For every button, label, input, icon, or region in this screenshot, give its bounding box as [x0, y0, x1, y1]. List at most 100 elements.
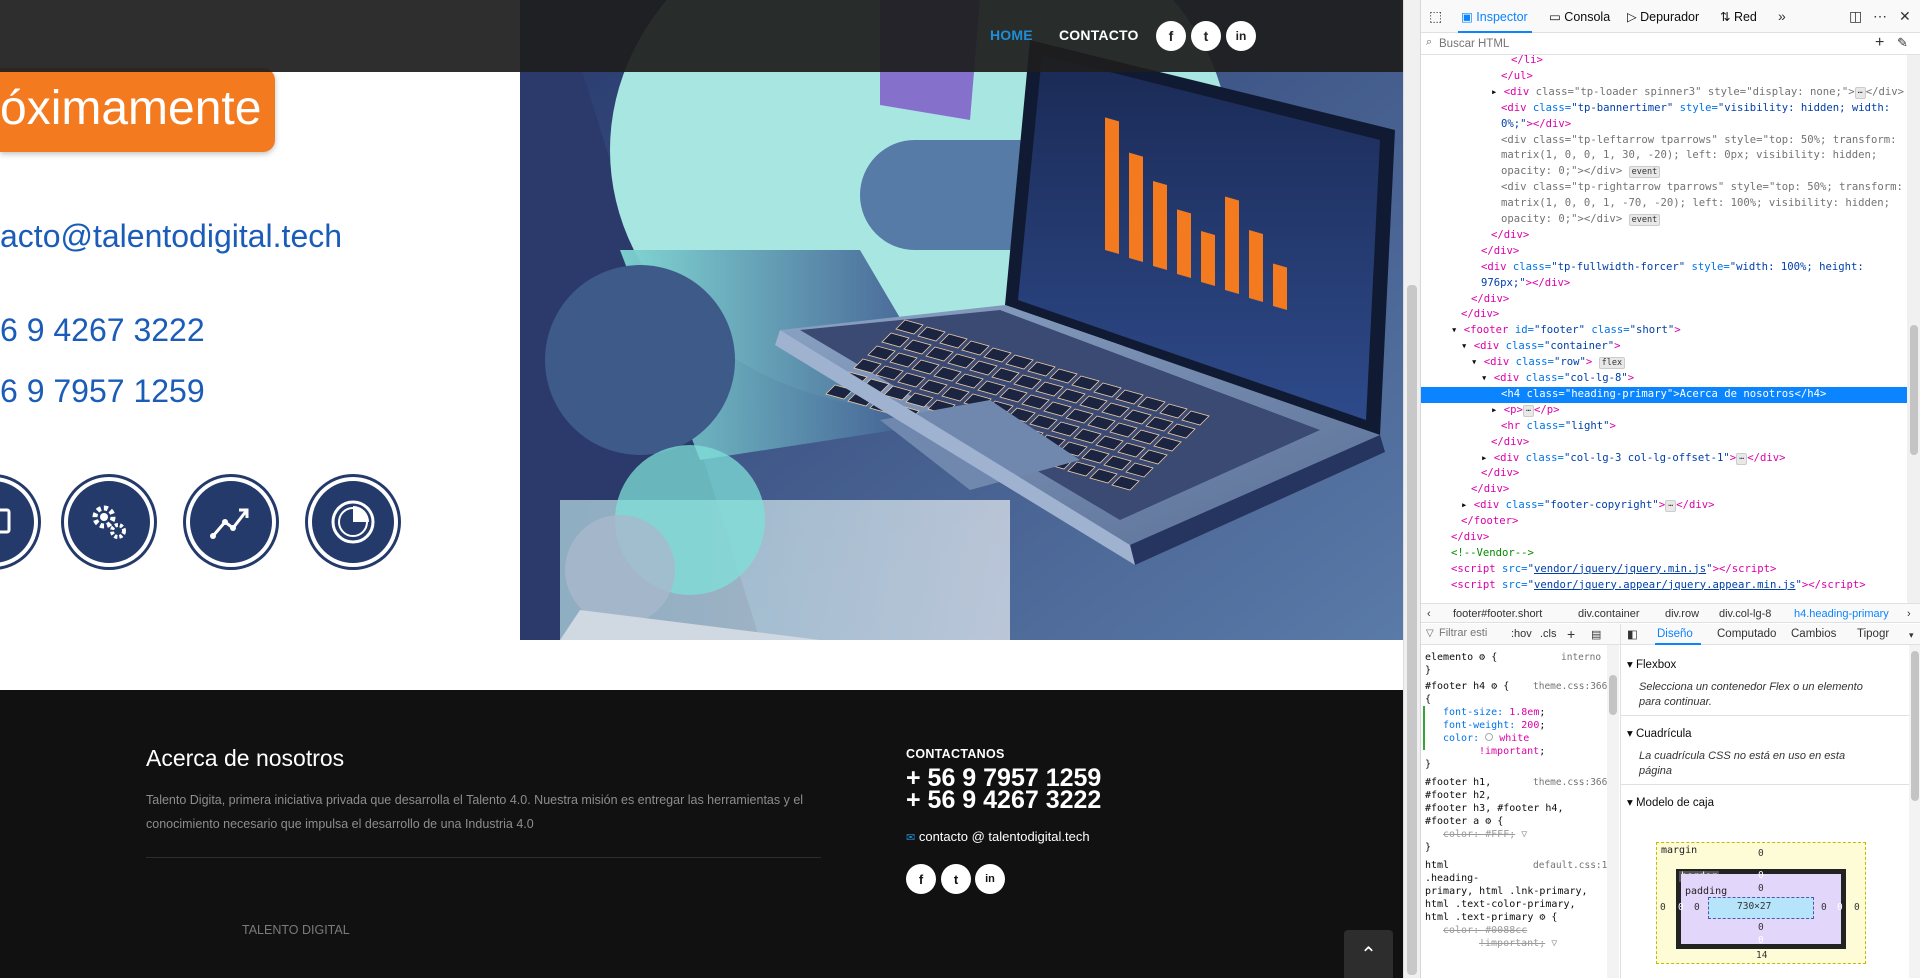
- facebook-icon[interactable]: f: [1156, 21, 1186, 51]
- back-to-top-button[interactable]: ⌃: [1344, 930, 1393, 978]
- layout-scrollbar-thumb[interactable]: [1911, 651, 1919, 801]
- markup-node[interactable]: </div>: [1421, 466, 1907, 482]
- page-scrollbar[interactable]: [1403, 0, 1420, 978]
- dock-icon[interactable]: ◫: [1849, 8, 1862, 25]
- nav-home-link[interactable]: HOME: [990, 27, 1033, 43]
- tab-changes[interactable]: Cambios: [1791, 628, 1836, 640]
- markup-node[interactable]: </div>: [1421, 307, 1907, 323]
- nav-contact-link[interactable]: CONTACTO: [1059, 27, 1139, 43]
- padding-right[interactable]: 0: [1821, 902, 1827, 913]
- markup-node[interactable]: <div class="tp-fullwidth-forcer" style="…: [1421, 260, 1907, 276]
- markup-node[interactable]: <div class="tp-bannertimer" style="visib…: [1421, 101, 1907, 117]
- page-scrollbar-thumb[interactable]: [1407, 285, 1417, 975]
- close-icon[interactable]: ✕: [1899, 8, 1911, 25]
- markup-node[interactable]: </div>: [1421, 228, 1907, 244]
- markup-scrollbar[interactable]: [1907, 55, 1920, 603]
- rule-decl-overridden[interactable]: color: #0088cc: [1443, 924, 1527, 937]
- markup-node[interactable]: </li>: [1421, 55, 1907, 69]
- boxmodel-section-header[interactable]: ▾ Modelo de caja: [1627, 795, 1714, 809]
- grid-section-header[interactable]: ▾ Cuadrícula: [1627, 726, 1692, 740]
- markup-node[interactable]: ▾ <footer id="footer" class="short">: [1421, 323, 1907, 339]
- rules-scrollbar[interactable]: [1607, 645, 1619, 978]
- footer-twitter-icon[interactable]: t: [941, 864, 971, 894]
- markup-node[interactable]: ▾ <div class="container">: [1421, 339, 1907, 355]
- hover-state-button[interactable]: :hov: [1511, 628, 1532, 640]
- rule-decl[interactable]: color: white: [1443, 732, 1529, 745]
- rule-source[interactable]: default.css:17: [1533, 860, 1613, 871]
- border-right[interactable]: 0: [1837, 902, 1843, 913]
- html-markup-tree[interactable]: </li> </ul> ▸ <div class="tp-loader spinne…: [1421, 55, 1907, 603]
- breadcrumb-item[interactable]: div.row: [1665, 608, 1699, 620]
- tab-inspector[interactable]: ▣ Inspector: [1461, 9, 1528, 24]
- markup-node[interactable]: <hr class="light">: [1421, 419, 1907, 435]
- tabs-overflow-icon[interactable]: ▾: [1909, 630, 1914, 641]
- rule-decl[interactable]: font-size: 1.8em;: [1443, 706, 1545, 719]
- markup-node[interactable]: </div>: [1421, 482, 1907, 498]
- footer-linkedin-icon[interactable]: in: [975, 864, 1005, 894]
- markup-scrollbar-thumb[interactable]: [1910, 325, 1918, 455]
- markup-node[interactable]: <script src="vendor/jquery.appear/jquery…: [1421, 578, 1907, 594]
- element-picker-icon[interactable]: ⬚: [1429, 8, 1442, 25]
- more-tabs-icon[interactable]: »: [1778, 8, 1786, 24]
- margin-bottom[interactable]: 14: [1756, 950, 1767, 961]
- border-left[interactable]: 0: [1678, 902, 1684, 913]
- rule-element[interactable]: elemento ⚙ {: [1425, 651, 1497, 664]
- add-node-icon[interactable]: +: [1875, 34, 1884, 52]
- markup-node[interactable]: </div>: [1421, 530, 1907, 546]
- markup-node[interactable]: <div class="tp-leftarrow tparrows" style…: [1421, 133, 1907, 149]
- markup-node[interactable]: ▸ <div class="col-lg-3 col-lg-offset-1">…: [1421, 451, 1907, 467]
- breadcrumb-item[interactable]: h4.heading-primary: [1794, 608, 1889, 620]
- margin-top[interactable]: 0: [1758, 848, 1764, 859]
- tab-network[interactable]: ⇅ Red: [1720, 9, 1757, 24]
- rule-source[interactable]: theme.css:3667: [1533, 681, 1613, 692]
- tab-console[interactable]: ▭ Consola: [1549, 9, 1610, 24]
- footer-email[interactable]: ✉ contacto @ talentodigital.tech: [906, 829, 1090, 844]
- breadcrumb-item[interactable]: div.col-lg-8: [1719, 608, 1771, 620]
- border-bottom[interactable]: 0: [1758, 935, 1764, 946]
- add-rule-button[interactable]: +: [1567, 626, 1575, 642]
- rule-decl-overridden[interactable]: color: #FFF; ▽: [1443, 828, 1527, 841]
- rules-filter-input[interactable]: [1439, 627, 1509, 639]
- class-toggle-button[interactable]: .cls: [1540, 628, 1557, 640]
- twitter-icon[interactable]: t: [1191, 21, 1221, 51]
- markup-node[interactable]: opacity: 0;"></div> event: [1421, 212, 1907, 228]
- markup-node[interactable]: 0%;"></div>: [1421, 117, 1907, 133]
- tab-computed[interactable]: Computado: [1717, 628, 1776, 640]
- markup-node[interactable]: </div>: [1421, 292, 1907, 308]
- rule-footer-h4[interactable]: #footer h4 ⚙ {: [1425, 680, 1509, 693]
- markup-node[interactable]: <div class="tp-rightarrow tparrows" styl…: [1421, 180, 1907, 196]
- rule-heading-primary[interactable]: html: [1425, 859, 1449, 872]
- html-search-input[interactable]: [1439, 36, 1839, 52]
- markup-node[interactable]: ▾ <div class="col-lg-8">: [1421, 371, 1907, 387]
- layout-scrollbar[interactable]: [1909, 645, 1920, 978]
- rule-decl[interactable]: font-weight: 200;: [1443, 719, 1545, 732]
- padding-left[interactable]: 0: [1694, 902, 1700, 913]
- markup-node[interactable]: </div>: [1421, 244, 1907, 260]
- markup-node[interactable]: </div>: [1421, 435, 1907, 451]
- tab-layout[interactable]: Diseño: [1657, 628, 1693, 640]
- markup-node[interactable]: ▸ <div class="footer-copyright"> ⋯ </div>: [1421, 498, 1907, 514]
- markup-node[interactable]: opacity: 0;"></div> event: [1421, 164, 1907, 180]
- markup-node-selected[interactable]: <h4 class="heading-primary">Acerca de no…: [1421, 386, 1907, 403]
- breadcrumb-item[interactable]: div.container: [1578, 608, 1640, 620]
- markup-node[interactable]: matrix(1, 0, 0, 1, -70, -20); left: 100%…: [1421, 196, 1907, 212]
- markup-node[interactable]: ▸ <p> ⋯ </p>: [1421, 403, 1907, 419]
- more-options-icon[interactable]: ⋯: [1873, 8, 1887, 25]
- rules-scrollbar-thumb[interactable]: [1609, 675, 1617, 715]
- footer-facebook-icon[interactable]: f: [906, 864, 936, 894]
- tab-debugger[interactable]: ▷ Depurador: [1627, 9, 1699, 24]
- breadcrumb-item[interactable]: footer#footer.short: [1453, 608, 1542, 620]
- tab-fonts[interactable]: Tipogr: [1857, 628, 1889, 640]
- markup-node[interactable]: 976px;"></div>: [1421, 276, 1907, 292]
- markup-node[interactable]: matrix(1, 0, 0, 1, 30, -20); left: 0px; …: [1421, 148, 1907, 164]
- linkedin-icon[interactable]: in: [1226, 21, 1256, 51]
- padding-bottom[interactable]: 0: [1758, 922, 1764, 933]
- rule-footer-headings[interactable]: #footer h1,: [1425, 776, 1491, 789]
- breadcrumb-back-icon[interactable]: ‹: [1427, 608, 1431, 620]
- margin-right[interactable]: 0: [1854, 902, 1860, 913]
- border-top[interactable]: 0: [1758, 870, 1764, 881]
- markup-node[interactable]: ▸ <div class="tp-loader spinner3" style=…: [1421, 85, 1907, 101]
- rule-source[interactable]: theme.css:3663: [1533, 777, 1613, 788]
- markup-node[interactable]: ▾ <div class="row"> flex: [1421, 355, 1907, 371]
- markup-node[interactable]: <script src="vendor/jquery/jquery.min.js…: [1421, 562, 1907, 578]
